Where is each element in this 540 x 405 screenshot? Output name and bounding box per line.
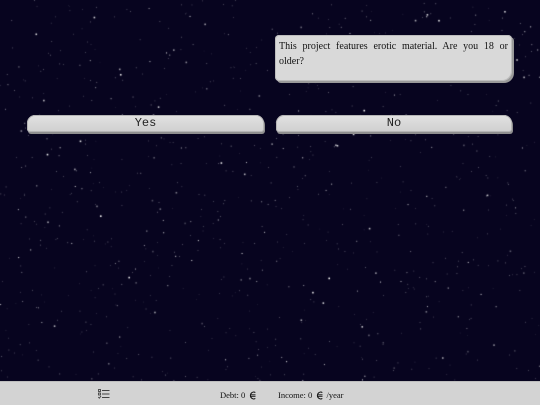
credit-currency-icon [250, 391, 256, 400]
status-bar: Debt: 0 Income: 0 /year [0, 381, 540, 405]
debt-label: Debt: 0 [220, 390, 246, 400]
debt-stat: Debt: 0 [220, 390, 257, 400]
age-prompt-dialog: This project features erotic material. A… [275, 35, 512, 81]
income-label: Income: 0 [278, 390, 313, 400]
income-stat: Income: 0 /year [278, 390, 343, 400]
age-prompt-text: This project features erotic material. A… [279, 41, 508, 67]
no-button[interactable]: No [276, 115, 512, 132]
credit-currency-icon [317, 391, 323, 400]
yes-button[interactable]: Yes [27, 115, 264, 132]
income-suffix: /year [326, 390, 344, 400]
checklist-icon[interactable] [98, 389, 110, 399]
